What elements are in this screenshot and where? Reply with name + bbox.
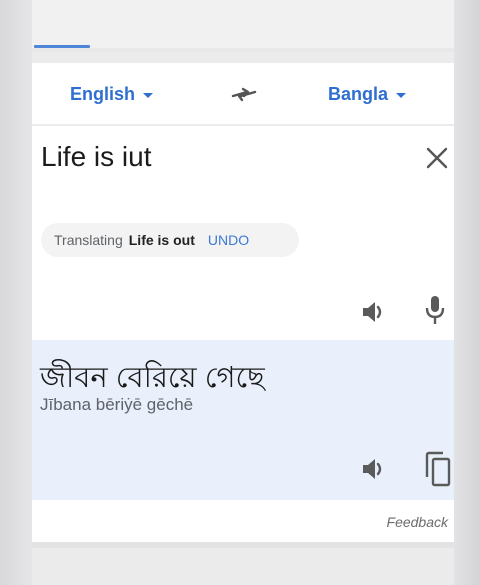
speaker-icon <box>363 459 382 479</box>
voice-input-button[interactable] <box>424 294 446 328</box>
speaker-icon <box>363 302 382 322</box>
caret-down-icon <box>143 92 154 98</box>
transliteration-text: Jībana bēriẏē gēchē <box>40 395 194 414</box>
translate-app: English Bangla Life is iut Translating L <box>32 0 454 585</box>
source-language-button[interactable]: English <box>70 82 154 106</box>
undo-button[interactable]: UNDO <box>208 232 249 248</box>
clear-input-button[interactable] <box>422 143 452 173</box>
swap-languages-button[interactable] <box>228 81 260 109</box>
swap-icon <box>231 87 257 102</box>
feedback-bar: Feedback <box>32 500 454 542</box>
microphone-icon <box>425 296 445 324</box>
caret-down-icon <box>396 92 407 98</box>
copy-translation-button[interactable] <box>424 451 452 487</box>
bottom-strip <box>32 548 454 585</box>
source-text[interactable]: Life is iut <box>41 141 152 173</box>
source-language-label: English <box>70 83 136 104</box>
suggestion-prefix: Translating <box>54 232 123 248</box>
top-bar <box>32 0 454 52</box>
translating-suggestion-chip: Translating Life is out UNDO <box>41 223 299 257</box>
language-bar: English Bangla <box>32 63 454 125</box>
copy-icon <box>425 451 451 487</box>
close-icon <box>426 147 448 169</box>
target-language-label: Bangla <box>328 83 389 104</box>
bottom-bar <box>32 542 454 585</box>
translation-output-area: জীবন বেরিয়ে গেছে Jībana bēriẏē gēchē <box>32 340 454 500</box>
source-input-area[interactable]: Life is iut Translating Life is out UNDO <box>32 126 454 340</box>
top-bar-divider <box>32 48 454 52</box>
feedback-link[interactable]: Feedback <box>387 514 448 530</box>
suggestion-corrected-text[interactable]: Life is out <box>129 232 195 248</box>
listen-translation-button[interactable] <box>359 455 389 483</box>
target-language-button[interactable]: Bangla <box>328 82 407 106</box>
listen-source-button[interactable] <box>359 298 389 326</box>
